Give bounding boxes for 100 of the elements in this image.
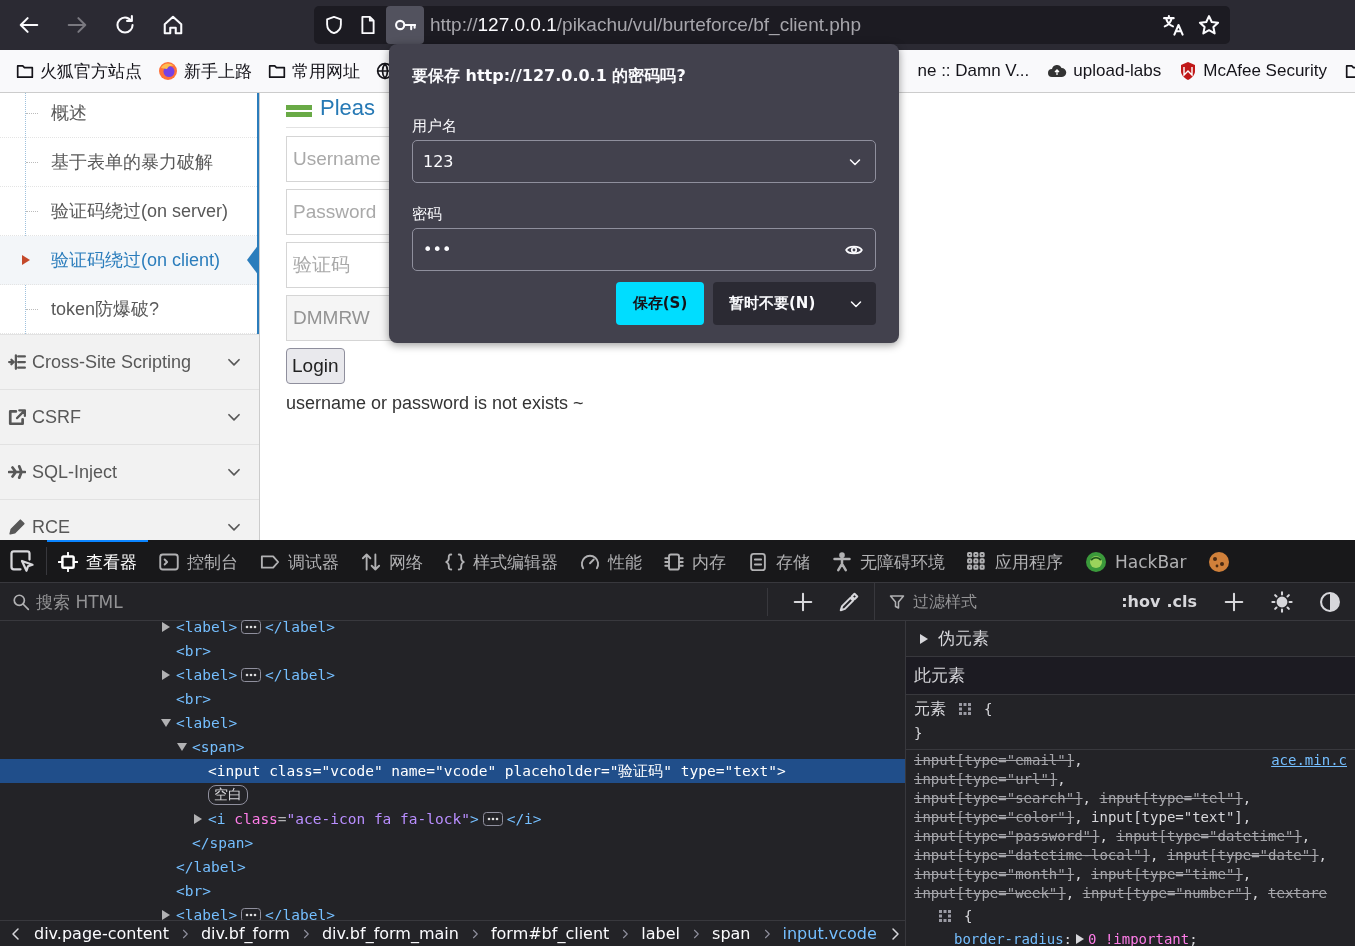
add-icon[interactable]	[1223, 590, 1245, 613]
password-field[interactable]: •••	[412, 228, 876, 271]
dom-node-row[interactable]: <i class="ace-icon fa fa-lock"> </i>	[0, 807, 905, 831]
selector-line: input[type="url"],	[914, 771, 1067, 789]
ellipsis-icon[interactable]	[241, 620, 262, 634]
collapse-triangle-icon[interactable]	[162, 910, 170, 920]
fox-logo-icon[interactable]	[158, 61, 178, 81]
pick-element-icon[interactable]	[10, 549, 34, 573]
cookie-icon[interactable]	[1208, 551, 1231, 573]
dom-node-row[interactable]: <label> </label>	[0, 615, 905, 639]
sidebar-subitem[interactable]: 概述	[0, 93, 257, 138]
dom-node-row[interactable]: <br>	[0, 687, 905, 711]
grid-dots-icon[interactable]	[958, 702, 972, 716]
breadcrumb[interactable]: input.vcode	[782, 924, 877, 943]
sidebar-group[interactable]: CSRF	[0, 389, 259, 444]
bookmark-link[interactable]: ne :: Damn V...	[917, 61, 1030, 81]
page-icon[interactable]	[358, 15, 378, 35]
dom-node-row[interactable]: <input class="vcode" name="vcode" placeholder="验证码" type="text">	[0, 759, 905, 783]
devtools-tab[interactable]: 性能	[569, 539, 653, 583]
devtools-tab[interactable]: 应用程序	[956, 539, 1074, 583]
home-icon[interactable]	[162, 14, 184, 36]
dom-node-row[interactable]: 空白	[0, 783, 905, 807]
sidebar-group[interactable]: SQL-Inject	[0, 444, 259, 499]
sidebar-subitem[interactable]: 基于表单的暴力破解	[0, 138, 257, 187]
ellipsis-icon[interactable]	[482, 812, 503, 826]
bookmark-link[interactable]: 新手上路	[184, 59, 252, 83]
selector-line: input[type="color"], input[type="text"],	[914, 809, 1253, 827]
property-value[interactable]: 0 !important;	[1088, 931, 1198, 946]
shield-outline-icon[interactable]	[324, 15, 344, 35]
reload-icon[interactable]	[114, 14, 136, 36]
folder-icon[interactable]	[16, 62, 34, 80]
devtools-tab[interactable]: HackBar	[1074, 539, 1198, 583]
ball-logo-icon[interactable]	[1085, 551, 1107, 573]
dom-node-row[interactable]: <br>	[0, 639, 905, 663]
cloud-icon[interactable]	[1047, 62, 1068, 80]
folder-icon[interactable]	[268, 62, 286, 80]
key-button[interactable]	[386, 6, 424, 44]
collapse-triangle-icon[interactable]	[162, 622, 170, 632]
devtools-tab[interactable]: 内存	[653, 539, 737, 583]
breadcrumb[interactable]: label	[641, 924, 681, 943]
back-icon[interactable]	[18, 14, 40, 36]
eyedropper-icon[interactable]	[838, 590, 861, 613]
address-bar[interactable]: http://127.0.0.1/pikachu/vul/burteforce/bf_client.php	[314, 6, 1230, 44]
ellipsis-icon[interactable]	[241, 908, 262, 920]
contrast-icon[interactable]	[1319, 590, 1341, 613]
breadcrumb[interactable]: form#bf_client	[490, 924, 610, 943]
hov-toggle[interactable]: :hov	[1121, 592, 1161, 611]
bookmark-link[interactable]: 火狐官方站点	[40, 59, 142, 83]
sidebar-subitem[interactable]: 验证码绕过(on client)	[0, 236, 257, 285]
star-icon[interactable]	[1198, 14, 1220, 36]
whitespace-badge: 空白	[208, 785, 248, 805]
search-field[interactable]: 搜索 HTML	[34, 590, 764, 613]
property-name[interactable]: border-radius:	[954, 931, 1072, 946]
breadcrumb[interactable]: div.page-content	[34, 924, 169, 943]
expand-triangle-icon[interactable]	[161, 719, 171, 727]
breadcrumb[interactable]: span	[712, 924, 751, 943]
devtools-tab[interactable]: 查看器	[47, 539, 148, 583]
expand-triangle-icon[interactable]	[177, 743, 187, 751]
ellipsis-icon[interactable]	[241, 668, 262, 682]
cls-toggle[interactable]: .cls	[1166, 592, 1197, 611]
devtools-tab[interactable]: 调试器	[249, 539, 350, 583]
dom-node-row[interactable]: <span>	[0, 735, 905, 759]
not-now-button[interactable]: 暂时不要(N)	[713, 282, 876, 325]
login-button[interactable]: Login	[286, 348, 345, 384]
breadcrumb[interactable]: div.bf_form_main	[321, 924, 459, 943]
devtools-tab[interactable]: 控制台	[148, 539, 249, 583]
sidebar-group[interactable]: Cross-Site Scripting	[0, 334, 259, 389]
dom-node-row[interactable]: <br>	[0, 879, 905, 903]
caret-icon[interactable]	[22, 255, 30, 265]
bookmark-link[interactable]: 常用网址	[292, 59, 360, 83]
devtools-tab[interactable]: 无障碍环境	[821, 539, 956, 583]
bookmark-link[interactable]: upload-labs	[1073, 61, 1162, 81]
breadcrumb[interactable]: div.bf_form	[200, 924, 290, 943]
collapse-triangle-icon[interactable]	[194, 814, 202, 824]
filter-field[interactable]: 过滤样式	[911, 591, 1116, 612]
devtools-tab[interactable]: 样式编辑器	[434, 539, 569, 583]
translate-icon[interactable]	[1162, 14, 1184, 36]
selector-line: input[type="week"], input[type="number"], textare	[914, 885, 1328, 903]
pencil-icon	[8, 518, 26, 536]
collapse-triangle-icon[interactable]	[162, 670, 170, 680]
saved-username-dropdown[interactable]: 123	[412, 140, 876, 183]
sidebar-subitem[interactable]: token防爆破?	[0, 285, 257, 334]
source-link[interactable]: ace.min.c	[1271, 752, 1347, 771]
shield-icon[interactable]	[1179, 61, 1198, 81]
bookmark-link[interactable]: McAfee Security	[1203, 61, 1327, 81]
grid-dots-icon[interactable]	[938, 909, 952, 923]
up-down-arrows-icon	[361, 552, 381, 572]
add-icon[interactable]	[792, 590, 815, 613]
dom-node-row[interactable]: <label> </label>	[0, 663, 905, 687]
section-heading: 此元素	[914, 664, 965, 687]
expand-triangle-icon[interactable]	[1076, 934, 1084, 944]
chip-icon	[664, 552, 684, 572]
save-button[interactable]: 保存(S)	[616, 282, 704, 325]
section-heading[interactable]: 伪元素	[938, 627, 989, 650]
expand-triangle-icon[interactable]	[920, 633, 928, 644]
devtools-tab[interactable]: 网络	[350, 539, 434, 583]
sun-icon[interactable]	[1271, 590, 1293, 613]
brace: {	[964, 908, 973, 924]
dom-node-row[interactable]: <label>	[0, 711, 905, 735]
devtools-tab[interactable]: 存储	[737, 539, 821, 583]
